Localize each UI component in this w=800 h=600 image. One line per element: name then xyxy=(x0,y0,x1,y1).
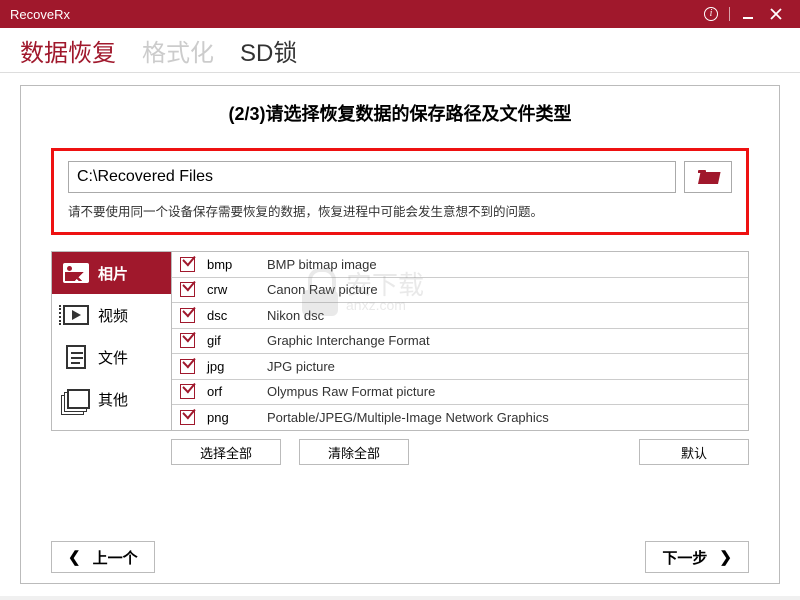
video-icon xyxy=(62,304,90,326)
checkbox-icon[interactable] xyxy=(180,359,195,374)
chevron-left-icon: ❮ xyxy=(68,548,81,566)
category-item-other[interactable]: 其他 xyxy=(52,378,171,420)
tab-format[interactable]: 格式化 xyxy=(136,29,220,72)
format-ext: gif xyxy=(207,333,267,348)
format-row[interactable]: pngPortable/JPEG/Multiple-Image Network … xyxy=(172,405,748,430)
back-label: 上一个 xyxy=(93,547,138,568)
format-row[interactable]: orfOlympus Raw Format picture xyxy=(172,380,748,406)
titlebar: RecoveRx i xyxy=(0,0,800,28)
format-desc: Portable/JPEG/Multiple-Image Network Gra… xyxy=(267,410,740,425)
format-row[interactable]: crwCanon Raw picture xyxy=(172,278,748,304)
path-input[interactable] xyxy=(68,161,676,193)
tab-recover[interactable]: 数据恢复 xyxy=(14,29,122,72)
workarea: (2/3)请选择恢复数据的保存路径及文件类型 请不要使用同一个设备保存需要恢复的… xyxy=(0,73,800,596)
next-button[interactable]: 下一步 ❯ xyxy=(645,541,749,573)
browse-button[interactable] xyxy=(684,161,732,193)
format-row[interactable]: bmpBMP bitmap image xyxy=(172,252,748,278)
path-section: 请不要使用同一个设备保存需要恢复的数据，恢复进程中可能会发生意想不到的问题。 xyxy=(51,148,749,235)
format-row[interactable]: jpgJPG picture xyxy=(172,354,748,380)
minimize-button[interactable] xyxy=(734,4,762,24)
format-row[interactable]: dscNikon dsc xyxy=(172,303,748,329)
category-item-video[interactable]: 视频 xyxy=(52,294,171,336)
chevron-right-icon: ❯ xyxy=(719,548,732,566)
nav-buttons: ❮ 上一个 下一步 ❯ xyxy=(51,531,749,573)
category-sidebar: 相片 视频 文件 其他 xyxy=(52,252,172,430)
path-warning: 请不要使用同一个设备保存需要恢复的数据，恢复进程中可能会发生意想不到的问题。 xyxy=(68,201,732,220)
checkbox-icon[interactable] xyxy=(180,282,195,297)
step-heading: (2/3)请选择恢复数据的保存路径及文件类型 xyxy=(51,100,749,126)
format-desc: Graphic Interchange Format xyxy=(267,333,740,348)
default-button[interactable]: 默认 xyxy=(639,439,749,465)
main-tabs: 数据恢复 格式化 SD锁 xyxy=(0,28,800,73)
category-item-photo[interactable]: 相片 xyxy=(52,252,171,294)
checkbox-icon[interactable] xyxy=(180,308,195,323)
document-icon xyxy=(62,346,90,368)
format-ext: crw xyxy=(207,282,267,297)
format-ext: bmp xyxy=(207,257,267,272)
app-title: RecoveRx xyxy=(10,7,697,22)
back-button[interactable]: ❮ 上一个 xyxy=(51,541,155,573)
main-panel: (2/3)请选择恢复数据的保存路径及文件类型 请不要使用同一个设备保存需要恢复的… xyxy=(20,85,780,584)
category-label: 视频 xyxy=(98,305,128,326)
format-desc: JPG picture xyxy=(267,359,740,374)
format-ext: png xyxy=(207,410,267,425)
close-icon xyxy=(770,8,782,20)
select-all-button[interactable]: 选择全部 xyxy=(171,439,281,465)
category-label: 相片 xyxy=(98,263,128,284)
minimize-icon xyxy=(742,8,754,20)
titlebar-separator xyxy=(729,7,730,21)
selection-buttons: 选择全部 清除全部 默认 xyxy=(51,439,749,465)
format-desc: Canon Raw picture xyxy=(267,282,740,297)
folder-open-icon xyxy=(698,170,718,184)
info-icon: i xyxy=(704,7,718,21)
category-label: 文件 xyxy=(98,347,128,368)
info-button[interactable]: i xyxy=(697,4,725,24)
format-row[interactable]: gifGraphic Interchange Format xyxy=(172,329,748,355)
format-desc: BMP bitmap image xyxy=(267,257,740,272)
format-ext: jpg xyxy=(207,359,267,374)
close-button[interactable] xyxy=(762,4,790,24)
next-label: 下一步 xyxy=(662,547,707,568)
format-ext: dsc xyxy=(207,308,267,323)
clear-all-button[interactable]: 清除全部 xyxy=(299,439,409,465)
tab-sdlock[interactable]: SD锁 xyxy=(234,29,303,72)
checkbox-icon[interactable] xyxy=(180,384,195,399)
filetype-section: 相片 视频 文件 其他 bmpBMP bitmap imagecrwCanon … xyxy=(51,251,749,431)
category-item-doc[interactable]: 文件 xyxy=(52,336,171,378)
stack-icon xyxy=(62,388,90,410)
photo-icon xyxy=(62,262,90,284)
format-list[interactable]: bmpBMP bitmap imagecrwCanon Raw pictured… xyxy=(172,252,748,430)
format-desc: Olympus Raw Format picture xyxy=(267,384,740,399)
checkbox-icon[interactable] xyxy=(180,257,195,272)
category-label: 其他 xyxy=(98,389,128,410)
checkbox-icon[interactable] xyxy=(180,410,195,425)
checkbox-icon[interactable] xyxy=(180,333,195,348)
format-ext: orf xyxy=(207,384,267,399)
format-desc: Nikon dsc xyxy=(267,308,740,323)
